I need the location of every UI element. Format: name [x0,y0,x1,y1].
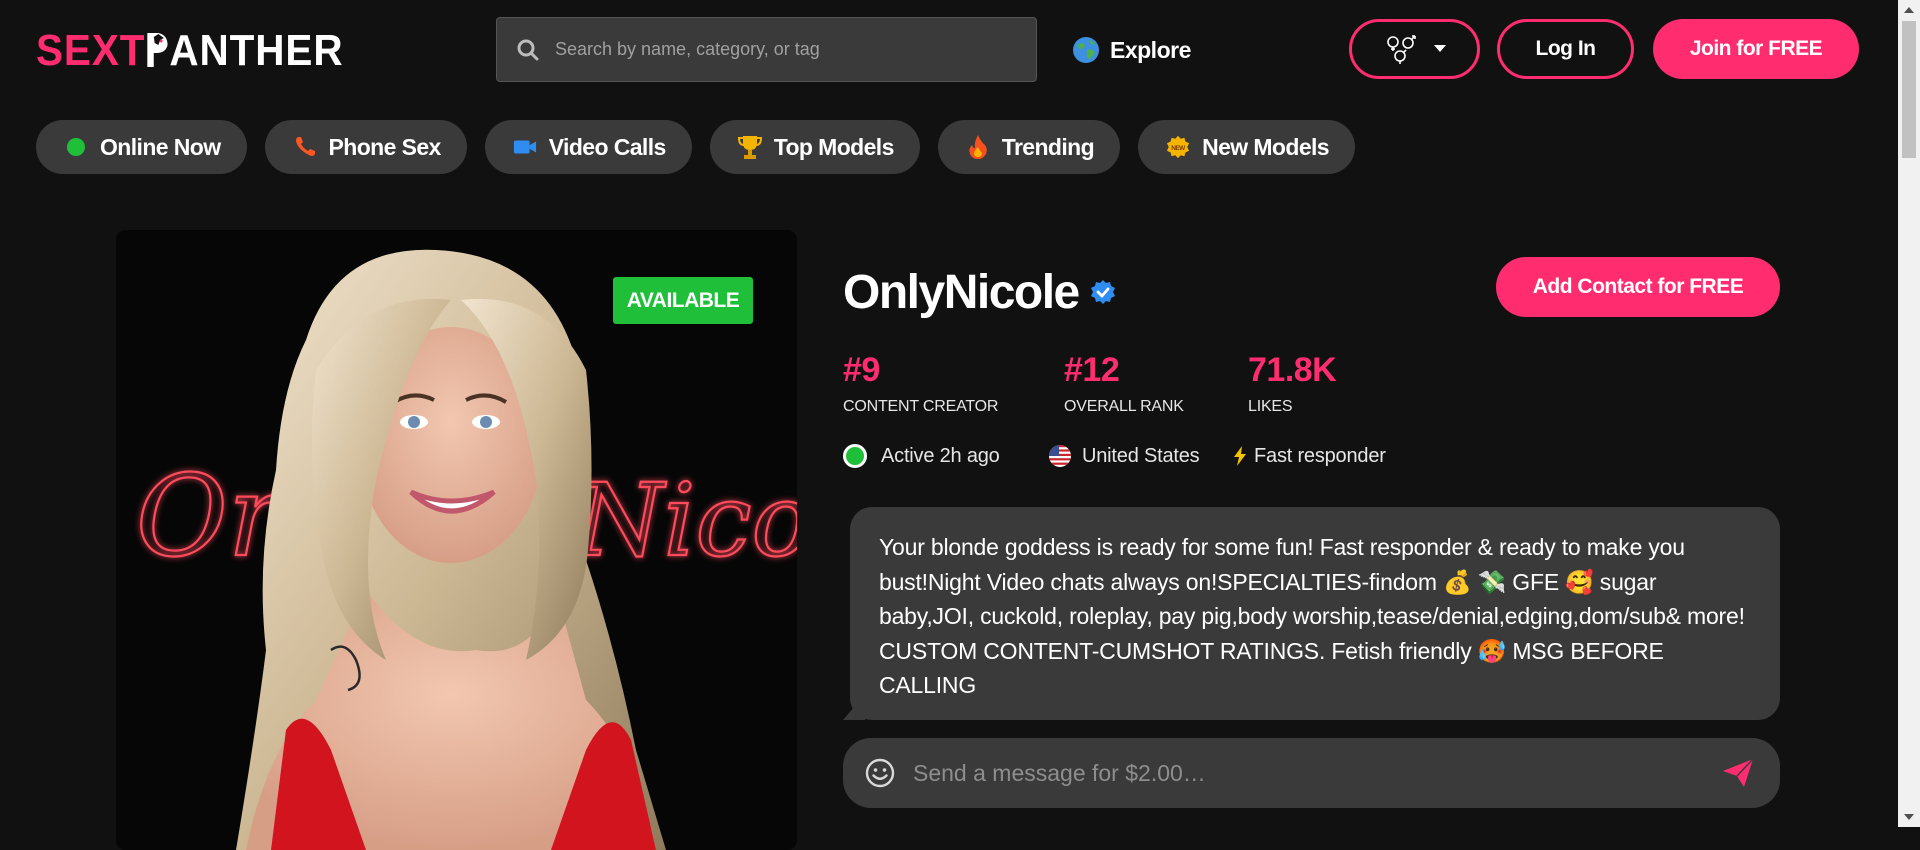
activity-status: Active 2h ago [843,441,1000,471]
online-status-icon [843,444,867,468]
logo-text-primary: SEXT [36,26,146,75]
stat-likes: 71.8K LIKES [1248,350,1337,416]
category-label: Top Models [773,133,895,160]
category-online-now[interactable]: Online Now [36,120,247,174]
stat-label: CONTENT CREATOR [843,398,999,415]
svg-text:NEW: NEW [1171,145,1186,152]
phone-icon [293,135,317,159]
globe-icon [1073,37,1099,63]
stat-content-creator: #9 CONTENT CREATOR [843,350,998,416]
search-input[interactable] [553,38,1023,61]
responder-text: Fast responder [1254,444,1386,467]
country-text: United States [1082,444,1200,467]
stat-label: OVERALL RANK [1064,398,1184,415]
new-badge-icon: NEW [1166,135,1190,159]
join-free-button[interactable]: Join for FREE [1653,19,1859,79]
location: United States [1048,441,1200,471]
add-contact-button[interactable]: Add Contact for FREE [1496,257,1780,317]
category-label: Trending [1001,133,1095,160]
verified-badge-icon [1090,279,1115,304]
scroll-up-arrow-icon[interactable] [1904,7,1914,13]
availability-badge: AVAILABLE [613,277,753,324]
login-button[interactable]: Log In [1497,19,1634,79]
us-flag-icon [1049,445,1071,467]
profile-photo[interactable]: Only Nicole AVAILABLE [116,230,797,850]
gender-symbols-icon [1386,35,1416,64]
scroll-thumb[interactable] [1902,21,1916,158]
panther-logo-icon [147,33,168,67]
category-label: Online Now [100,133,221,160]
category-top-models[interactable]: Top Models [709,120,920,174]
gender-filter-dropdown[interactable] [1349,19,1480,79]
green-dot-icon [64,135,88,159]
category-video-calls[interactable]: Video Calls [484,120,692,174]
video-camera-icon [513,135,537,159]
trophy-icon [737,135,762,159]
message-composer[interactable] [843,738,1780,808]
explore-link[interactable]: Explore [1072,30,1191,70]
stat-overall-rank: #12 OVERALL RANK [1064,350,1184,416]
site-header: SEXT ANTHER Explore [0,0,1898,98]
logo-text-secondary: ANTHER [169,26,344,75]
category-nav: Online Now Phone Sex Video Calls Top Mod… [36,120,1355,174]
activity-status-text: Active 2h ago [881,444,1000,467]
neon-text-right: Nicole [574,462,797,579]
category-new-models[interactable]: NEW New Models [1138,120,1355,174]
stat-value: #9 [843,351,880,389]
scroll-down-arrow-icon[interactable] [1904,814,1914,820]
chevron-down-icon [1433,45,1446,52]
stat-value: #12 [1064,351,1120,389]
category-label: New Models [1202,133,1330,160]
lightning-icon [1234,446,1246,466]
send-icon[interactable] [1722,758,1754,788]
category-phone-sex[interactable]: Phone Sex [264,120,467,174]
explore-label: Explore [1110,36,1191,63]
category-label: Phone Sex [328,133,442,160]
responder-badge: Fast responder [1232,441,1386,471]
page-scrollbar[interactable] [1898,0,1920,827]
site-logo[interactable]: SEXT ANTHER [36,26,344,76]
fire-icon [966,135,990,159]
stat-label: LIKES [1248,398,1293,415]
category-label: Video Calls [548,133,667,160]
profile-name: OnlyNicole [843,265,1117,320]
search-bar[interactable] [496,17,1037,82]
profile-name-text: OnlyNicole [843,266,1080,319]
search-icon [517,39,539,60]
message-input[interactable] [911,758,1722,788]
profile-bio: Your blonde goddess is ready for some fu… [850,507,1780,720]
emoji-icon[interactable] [865,758,895,788]
stat-value: 71.8K [1248,351,1337,389]
category-trending[interactable]: Trending [937,120,1121,174]
